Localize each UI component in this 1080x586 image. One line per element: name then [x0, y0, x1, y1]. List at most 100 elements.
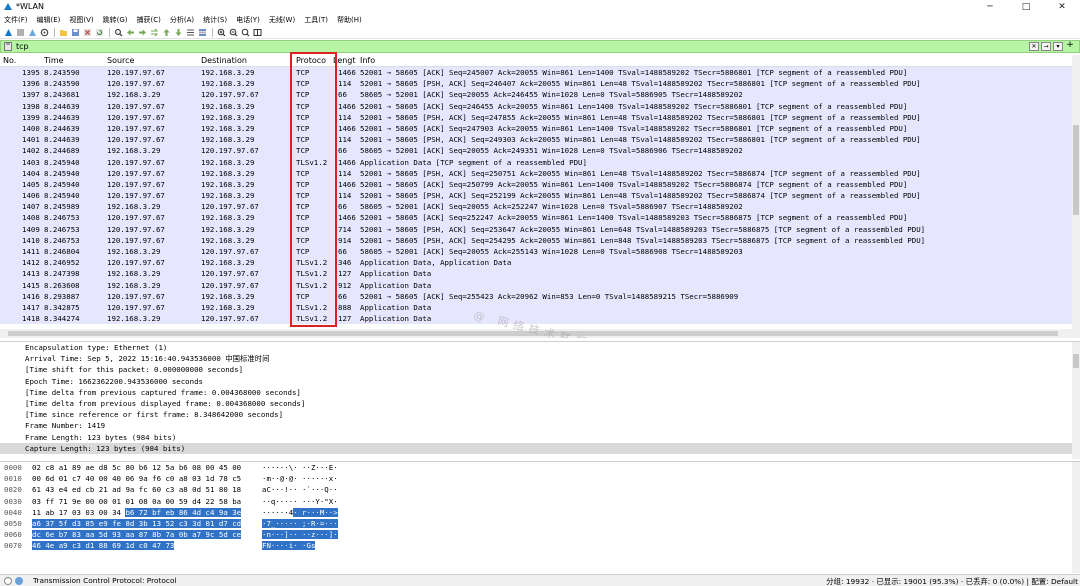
zoom-in-icon[interactable] [216, 27, 226, 37]
packet-protocol: TCP [296, 90, 310, 100]
minimize-button[interactable]: ─ [972, 0, 1008, 13]
menu-wireless[interactable]: 无线(W) [269, 15, 295, 25]
bytes-row[interactable]: 0000 02 c8 a1 89 ae d8 5c 80 b6 12 5a b6 … [0, 462, 1080, 473]
menu-view[interactable]: 视图(V) [69, 15, 93, 25]
menu-edit[interactable]: 编辑(E) [37, 15, 61, 25]
column-header-info[interactable]: Info [360, 56, 375, 65]
packet-row[interactable]: 1403 8.245940 120.197.97.67 192.168.3.29 TLS… [0, 156, 1072, 168]
packet-row[interactable]: 1407 8.245989 192.168.3.29 120.197.97.67 TCP… [0, 201, 1072, 213]
bytes-vertical-scrollbar[interactable] [1072, 462, 1080, 573]
scrollbar-thumb[interactable] [1073, 354, 1079, 368]
packet-row[interactable]: 1408 8.246753 120.197.97.67 192.168.3.29 TCP… [0, 212, 1072, 224]
scrollbar-thumb[interactable] [1073, 125, 1079, 215]
detail-line[interactable]: Capture Length: 123 bytes (984 bits) [0, 442, 1080, 454]
clear-filter-button[interactable]: ✕ [1029, 42, 1039, 51]
add-filter-button[interactable]: + [1065, 41, 1075, 51]
detail-line[interactable]: [Time shift for this packet: 0.000000000… [0, 364, 1080, 375]
menu-telephony[interactable]: 电话(Y) [236, 15, 260, 25]
column-header-source[interactable]: Source [107, 56, 134, 65]
detail-line[interactable]: Frame Length: 123 bytes (984 bits) [0, 432, 1080, 443]
packet-list-vertical-scrollbar[interactable] [1072, 55, 1080, 338]
apply-filter-button[interactable]: → [1041, 42, 1051, 51]
packet-row[interactable]: 1397 8.243681 192.168.3.29 120.197.97.67 TCP… [0, 89, 1072, 101]
packet-row[interactable]: 1412 8.246952 120.197.97.67 192.168.3.29 TLS… [0, 257, 1072, 269]
zoom-out-icon[interactable] [228, 27, 238, 37]
detail-line[interactable]: Epoch Time: 1662362200.943536000 seconds [0, 376, 1080, 387]
bytes-row[interactable]: 0040 11 ab 17 03 03 00 34 b6 72 bf eb 86 … [0, 507, 1080, 518]
packet-row[interactable]: 1410 8.246753 120.197.97.67 192.168.3.29 TCP… [0, 234, 1072, 246]
packet-length: 66 [338, 202, 347, 212]
detail-line[interactable]: Frame Number: 1419 [0, 420, 1080, 431]
menu-statistics[interactable]: 统计(S) [203, 15, 227, 25]
bytes-row[interactable]: 0010 00 6d 01 c7 40 00 40 06 9a f6 c0 a8 … [0, 473, 1080, 484]
menu-analyze[interactable]: 分析(A) [170, 15, 194, 25]
packet-row[interactable]: 1402 8.244689 192.168.3.29 120.197.97.67 TCP… [0, 145, 1072, 157]
bytes-row[interactable]: 0020 61 43 e4 ed cb 21 ad 9a fc 60 c3 a8 … [0, 484, 1080, 495]
packet-row[interactable]: 1417 8.342875 120.197.97.67 192.168.3.29 TLS… [0, 301, 1072, 314]
packet-source: 120.197.97.67 [107, 191, 165, 201]
detail-line[interactable]: Encapsulation type: Ethernet (1) [0, 342, 1080, 353]
column-header-time[interactable]: Time [44, 56, 64, 65]
normal-size-icon[interactable] [240, 27, 250, 37]
bytes-row[interactable]: 0070 46 4e a9 c3 d1 88 69 1d c0 47 73 FN··… [0, 540, 1080, 551]
first-packet-icon[interactable] [161, 27, 171, 37]
capture-status-icon[interactable] [15, 576, 23, 585]
column-header-protocol[interactable]: Protoco [296, 56, 326, 65]
reload-file-icon[interactable] [94, 27, 104, 37]
stop-capture-icon[interactable] [15, 27, 25, 37]
go-back-icon[interactable] [125, 27, 135, 37]
bytes-row[interactable]: 0050 a6 37 5f d3 85 e9 fe 8d 3b 13 52 c3 … [0, 518, 1080, 529]
go-to-packet-icon[interactable] [149, 27, 159, 37]
open-file-icon[interactable] [58, 27, 68, 37]
start-capture-icon[interactable] [3, 27, 13, 37]
go-forward-icon[interactable] [137, 27, 147, 37]
menu-help[interactable]: 帮助(H) [337, 15, 362, 25]
autoscroll-icon[interactable] [185, 27, 195, 37]
bytes-row[interactable]: 0060 dc 6e b7 83 aa 5d 93 aa 87 8b 7a 0b … [0, 529, 1080, 540]
packet-row[interactable]: 1401 8.244639 120.197.97.67 192.168.3.29 TCP… [0, 134, 1072, 146]
capture-options-icon[interactable] [39, 27, 49, 37]
column-header-no[interactable]: No. [3, 56, 16, 65]
packet-row[interactable]: 1400 8.244639 120.197.97.67 192.168.3.29 TCP… [0, 122, 1072, 135]
packet-row[interactable]: 1409 8.246753 120.197.97.67 192.168.3.29 TCP… [0, 223, 1072, 235]
display-filter-input[interactable] [16, 41, 916, 52]
bytes-ascii-plain: aC···!·· ·`···Q·· [262, 485, 338, 495]
packet-row[interactable]: 1395 8.243590 120.197.97.67 192.168.3.29 TCP… [0, 67, 1072, 79]
column-header-destination[interactable]: Destination [201, 56, 247, 65]
save-file-icon[interactable] [70, 27, 80, 37]
packet-row[interactable]: 1406 8.245940 120.197.97.67 192.168.3.29 TCP… [0, 190, 1072, 202]
filter-bookmark-icon[interactable] [4, 42, 12, 51]
menu-file[interactable]: 文件(F) [4, 15, 28, 25]
packet-destination: 192.168.3.29 [201, 291, 255, 301]
details-vertical-scrollbar[interactable] [1072, 342, 1080, 459]
packet-row[interactable]: 1411 8.246804 192.168.3.29 120.197.97.67 TCP… [0, 246, 1072, 258]
last-packet-icon[interactable] [173, 27, 183, 37]
packet-row[interactable]: 1399 8.244639 120.197.97.67 192.168.3.29 TCP… [0, 111, 1072, 123]
resize-columns-icon[interactable] [252, 27, 262, 37]
menu-tools[interactable]: 工具(T) [304, 15, 328, 25]
close-button[interactable]: ✕ [1044, 0, 1080, 13]
detail-line[interactable]: [Time delta from previous displayed fram… [0, 398, 1080, 409]
packet-row[interactable]: 1405 8.245940 120.197.97.67 192.168.3.29 TCP… [0, 178, 1072, 191]
packet-row[interactable]: 1404 8.245940 120.197.97.67 192.168.3.29 TCP… [0, 167, 1072, 179]
detail-line[interactable]: [Time since reference or first frame: 8.… [0, 409, 1080, 420]
packet-row[interactable]: 1416 8.293887 120.197.97.67 192.168.3.29 TCP… [0, 290, 1072, 302]
column-header-length[interactable]: Lengt [333, 56, 356, 65]
packet-row[interactable]: 1396 8.243590 120.197.97.67 192.168.3.29 TCP… [0, 78, 1072, 90]
expert-info-icon[interactable] [4, 576, 12, 585]
packet-row[interactable]: 1415 8.263608 192.168.3.29 120.197.97.67 TLS… [0, 279, 1072, 291]
detail-line[interactable]: [Time delta from previous captured frame… [0, 387, 1080, 398]
restart-capture-icon[interactable] [27, 27, 37, 37]
packet-time: 8.245940 [44, 157, 80, 167]
close-file-icon[interactable] [82, 27, 92, 37]
colorize-icon[interactable] [197, 27, 207, 37]
find-packet-icon[interactable] [113, 27, 123, 37]
maximize-button[interactable]: □ [1008, 0, 1044, 13]
detail-line[interactable]: Arrival Time: Sep 5, 2022 15:16:40.94353… [0, 353, 1080, 364]
bytes-row[interactable]: 0030 03 ff 71 9e 00 00 01 01 08 0a 00 59 … [0, 496, 1080, 507]
menu-go[interactable]: 跳转(G) [103, 15, 128, 25]
menu-capture[interactable]: 捕获(C) [137, 15, 161, 25]
packet-row[interactable]: 1413 8.247398 192.168.3.29 120.197.97.67 TLS… [0, 268, 1072, 280]
filter-history-button[interactable]: ▾ [1053, 42, 1063, 51]
packet-row[interactable]: 1398 8.244639 120.197.97.67 192.168.3.29 TCP… [0, 100, 1072, 112]
